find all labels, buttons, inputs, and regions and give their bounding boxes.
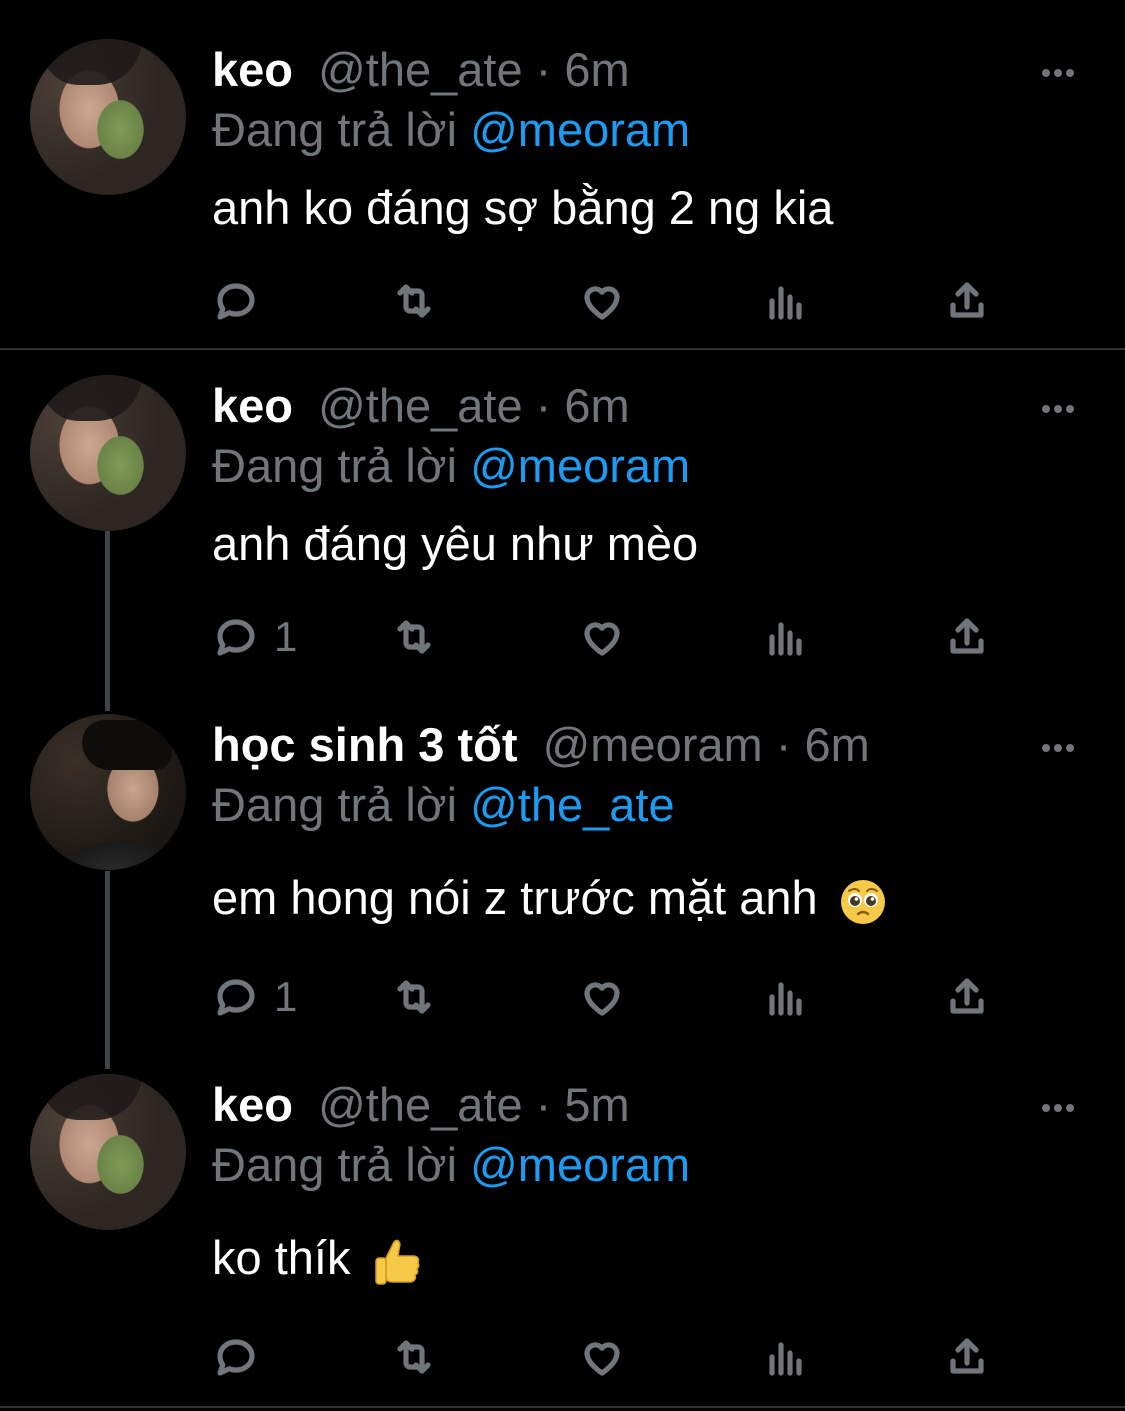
share-icon <box>950 978 984 1014</box>
like-button[interactable] <box>578 276 626 326</box>
handle[interactable]: @the_ate <box>318 379 523 432</box>
display-name[interactable]: keo <box>212 1078 293 1131</box>
like-button[interactable] <box>578 1332 626 1382</box>
reply-context: Đang trả lời @meoram <box>212 102 690 158</box>
reply-context: Đang trả lời @meoram <box>212 438 690 494</box>
views-icon <box>769 982 802 1016</box>
tweet-header: keo @the_ate · 6m <box>212 42 630 98</box>
handle[interactable]: @the_ate <box>318 43 523 96</box>
thread-line <box>105 531 110 711</box>
tweet-text: em hong nói z trước mặt anh <box>212 871 818 924</box>
mention-link[interactable]: @meoram <box>470 1138 690 1191</box>
tweet-header: keo @the_ate · 6m <box>212 378 630 434</box>
more-icon[interactable] <box>1042 400 1082 414</box>
reply-prefix: Đang trả lời <box>212 439 458 492</box>
more-icon[interactable] <box>1042 739 1082 753</box>
reply-count: 1 <box>274 973 298 1020</box>
action-bar <box>212 276 1012 326</box>
reply-context: Đang trả lời @meoram <box>212 1137 690 1193</box>
action-bar <box>212 1332 1012 1382</box>
share-button[interactable] <box>943 276 991 326</box>
reply-count: 1 <box>274 613 298 660</box>
more-icon[interactable] <box>1042 64 1082 78</box>
divider <box>0 1406 1125 1408</box>
tweet-header: keo @the_ate · 5m <box>212 1077 630 1133</box>
timestamp[interactable]: 6m <box>804 718 869 771</box>
share-button[interactable] <box>943 972 991 1022</box>
reply-button[interactable] <box>212 1332 274 1382</box>
avatar[interactable] <box>30 39 186 195</box>
divider <box>0 348 1125 350</box>
like-icon <box>584 286 620 320</box>
reply-icon <box>217 1339 255 1376</box>
handle[interactable]: @meoram <box>543 718 763 771</box>
avatar[interactable] <box>30 1074 186 1230</box>
reply-icon <box>217 979 255 1016</box>
retweet-button[interactable] <box>390 276 438 326</box>
tweet-text: anh ko đáng sợ bằng 2 ng kia <box>212 181 834 234</box>
more-icon[interactable] <box>1042 1099 1082 1113</box>
reply-context: Đang trả lời @the_ate <box>212 777 675 833</box>
thread-line <box>105 871 110 1069</box>
timestamp[interactable]: 6m <box>564 43 629 96</box>
action-bar: 1 <box>212 612 1012 662</box>
retweet-icon <box>397 980 431 1014</box>
share-icon <box>950 282 984 318</box>
views-button[interactable] <box>762 972 810 1022</box>
retweet-icon <box>397 620 431 654</box>
reply-icon <box>217 619 255 656</box>
mention-link[interactable]: @meoram <box>470 439 690 492</box>
mention-link[interactable]: @the_ate <box>470 778 675 831</box>
views-button[interactable] <box>762 276 810 326</box>
tweet-text: ko thík <box>212 1231 351 1284</box>
share-icon <box>950 618 984 654</box>
display-name[interactable]: keo <box>212 43 293 96</box>
like-button[interactable] <box>578 972 626 1022</box>
tweet-text: anh đáng yêu như mèo <box>212 517 699 570</box>
views-button[interactable] <box>762 612 810 662</box>
views-icon <box>769 1342 802 1376</box>
pleading-face-icon <box>840 879 885 924</box>
like-icon <box>584 1342 620 1376</box>
views-button[interactable] <box>762 1332 810 1382</box>
share-button[interactable] <box>943 612 991 662</box>
avatar[interactable] <box>30 714 186 870</box>
display-name[interactable]: học sinh 3 tốt <box>212 718 518 771</box>
retweet-button[interactable] <box>390 612 438 662</box>
avatar[interactable] <box>30 375 186 531</box>
reply-button[interactable] <box>212 276 274 326</box>
tweet-header: học sinh 3 tốt @meoram · 6m <box>212 717 870 773</box>
reply-prefix: Đang trả lời <box>212 103 458 156</box>
separator-dot: · <box>535 379 565 432</box>
views-icon <box>769 286 802 320</box>
handle[interactable]: @the_ate <box>318 1078 523 1131</box>
mention-link[interactable]: @meoram <box>470 103 690 156</box>
views-icon <box>769 622 802 656</box>
reply-prefix: Đang trả lời <box>212 778 458 831</box>
like-icon <box>584 622 620 656</box>
tweet-text-row: ko thík <box>212 1230 422 1288</box>
timestamp[interactable]: 5m <box>564 1078 629 1131</box>
separator-dot: · <box>535 43 565 96</box>
timestamp[interactable]: 6m <box>564 379 629 432</box>
reply-prefix: Đang trả lời <box>212 1138 458 1191</box>
like-icon <box>584 982 620 1016</box>
retweet-icon <box>397 1340 431 1374</box>
reply-button[interactable]: 1 <box>212 972 297 1022</box>
display-name[interactable]: keo <box>212 379 293 432</box>
separator-dot: · <box>775 718 805 771</box>
retweet-icon <box>397 284 431 318</box>
reply-button[interactable]: 1 <box>212 612 297 662</box>
retweet-button[interactable] <box>390 1332 438 1382</box>
like-button[interactable] <box>578 612 626 662</box>
action-bar: 1 <box>212 972 1012 1022</box>
share-button[interactable] <box>943 1332 991 1382</box>
thumbs-up-icon <box>374 1239 420 1285</box>
retweet-button[interactable] <box>390 972 438 1022</box>
separator-dot: · <box>535 1078 565 1131</box>
reply-icon <box>217 283 255 320</box>
share-icon <box>950 1338 984 1374</box>
tweet-text-row: em hong nói z trước mặt anh <box>212 870 887 926</box>
